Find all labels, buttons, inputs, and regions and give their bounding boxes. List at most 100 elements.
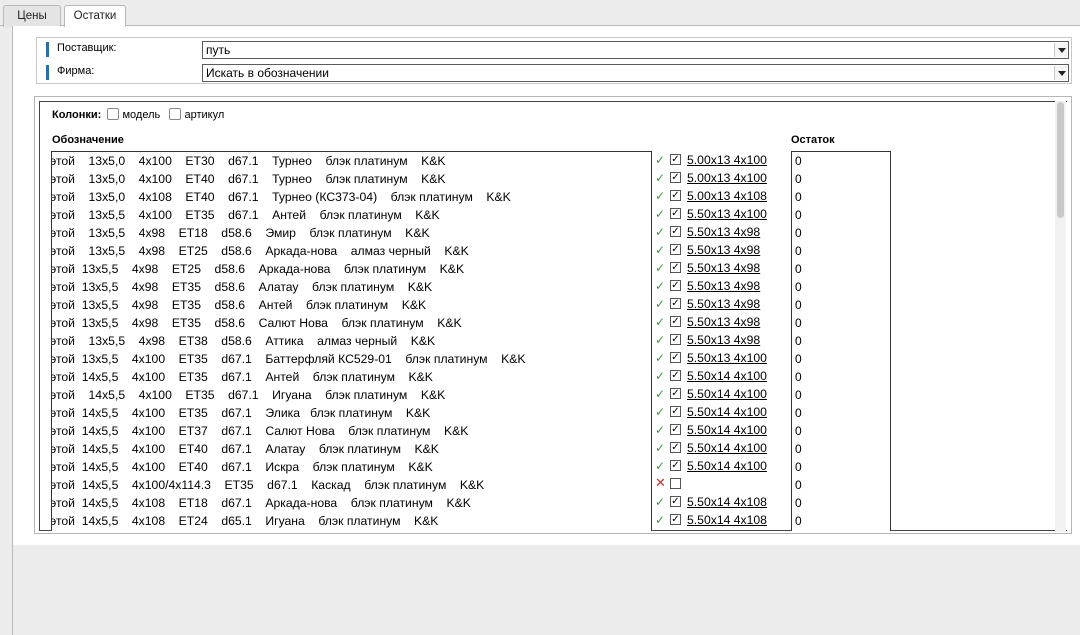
remain-value[interactable]: 0: [795, 206, 802, 224]
match-link[interactable]: 5.50x14 4x100: [687, 403, 767, 421]
match-checkbox[interactable]: ✓: [670, 514, 681, 525]
remain-value[interactable]: 0: [795, 224, 802, 242]
list-item[interactable]: этой 13x5,5 4x98 ET18 d58.6 Эмир блэк пл…: [52, 224, 430, 242]
match-link[interactable]: 5.50x13 4x98: [687, 259, 760, 277]
remain-value[interactable]: 0: [795, 350, 802, 368]
vertical-scrollbar[interactable]: [1055, 101, 1066, 532]
tab-prices[interactable]: Цены: [3, 5, 61, 27]
match-link[interactable]: 5.50x13 4x98: [687, 295, 760, 313]
match-checkbox[interactable]: [670, 478, 681, 489]
remain-value[interactable]: 0: [795, 170, 802, 188]
remain-value[interactable]: 0: [795, 260, 802, 278]
match-link[interactable]: 5.00x13 4x100: [687, 169, 767, 187]
list-item[interactable]: этой 14x5,5 4x108 ET24 d65.1 Игуана блэк…: [52, 512, 438, 530]
list-item[interactable]: этой 13x5,5 4x98 ET35 d58.6 Алатау блэк …: [52, 278, 432, 296]
match-checkbox[interactable]: ✓: [670, 280, 681, 291]
article-checkbox[interactable]: [169, 108, 182, 120]
match-link[interactable]: 5.50x13 4x98: [687, 223, 760, 241]
list-item[interactable]: этой 13x5,5 4x98 ET35 d58.6 Салют Нова б…: [52, 314, 462, 332]
match-link[interactable]: 5.50x14 4x100: [687, 439, 767, 457]
match-link[interactable]: 5.50x13 4x100: [687, 205, 767, 223]
remain-value[interactable]: 0: [795, 278, 802, 296]
match-link[interactable]: 5.50x13 4x98: [687, 277, 760, 295]
firm-marker: [46, 65, 49, 80]
match-checkbox[interactable]: ✓: [670, 208, 681, 219]
remain-value[interactable]: 0: [795, 458, 802, 476]
model-checkbox[interactable]: [107, 108, 120, 120]
match-link[interactable]: 5.50x14 4x100: [687, 367, 767, 385]
remain-value[interactable]: 0: [795, 242, 802, 260]
remain-value[interactable]: 0: [795, 296, 802, 314]
remain-value[interactable]: 0: [795, 332, 802, 350]
list-item[interactable]: этой 13x5,5 4x98 ET35 d58.6 Антей блэк п…: [52, 296, 426, 314]
remain-list[interactable]: 000000000000000000000: [791, 151, 891, 531]
list-item[interactable]: этой 14x5,5 4x100 ET35 d67.1 Элика блэк …: [52, 404, 430, 422]
remain-value[interactable]: 0: [795, 368, 802, 386]
match-checkbox[interactable]: ✓: [670, 190, 681, 201]
match-checkbox[interactable]: ✓: [670, 172, 681, 183]
match-checkbox[interactable]: ✓: [670, 370, 681, 381]
list-item[interactable]: этой 14x5,5 4x100 ET35 d67.1 Игуана блэк…: [52, 386, 445, 404]
remain-value[interactable]: 0: [795, 512, 802, 530]
remain-value[interactable]: 0: [795, 152, 802, 170]
list-item[interactable]: этой 13x5,5 4x100 ET35 d67.1 Баттерфляй …: [52, 350, 525, 368]
match-link[interactable]: 5.00x13 4x100: [687, 151, 767, 169]
match-checkbox[interactable]: ✓: [670, 460, 681, 471]
list-item[interactable]: этой 14x5,5 4x108 ET18 d67.1 Аркада-нова…: [52, 494, 471, 512]
list-item[interactable]: этой 14x5,5 4x100 ET37 d67.1 Салют Нова …: [52, 422, 468, 440]
match-checkbox[interactable]: ✓: [670, 406, 681, 417]
match-checkbox[interactable]: ✓: [670, 352, 681, 363]
list-item[interactable]: этой 13x5,0 4x100 ET40 d67.1 Турнео блэк…: [52, 170, 446, 188]
match-link[interactable]: 5.50x14 4x108: [687, 511, 767, 529]
match-checkbox[interactable]: ✓: [670, 154, 681, 165]
match-link[interactable]: 5.50x13 4x98: [687, 241, 760, 259]
tab-stock-label: Остатки: [73, 10, 117, 22]
match-link[interactable]: 5.00x13 4x108: [687, 187, 767, 205]
match-link[interactable]: 5.50x14 4x100: [687, 421, 767, 439]
tab-stock[interactable]: Остатки: [64, 5, 126, 27]
list-item[interactable]: этой 13x5,5 4x98 ET38 d58.6 Аттика алмаз…: [52, 332, 435, 350]
match-checkbox[interactable]: ✓: [670, 262, 681, 273]
match-checkbox[interactable]: ✓: [670, 244, 681, 255]
match-row: ✓ ✓ 5.50x13 4x98: [655, 277, 785, 295]
match-checkbox[interactable]: ✓: [670, 334, 681, 345]
remain-value[interactable]: 0: [795, 314, 802, 332]
match-link[interactable]: 5.50x13 4x100: [687, 349, 767, 367]
remain-value[interactable]: 0: [795, 476, 802, 494]
match-link[interactable]: 5.50x14 4x100: [687, 385, 767, 403]
match-link[interactable]: 5.50x14 4x108: [687, 493, 767, 511]
list-item[interactable]: этой 14x5,5 4x100 ET40 d67.1 Алатау блэк…: [52, 440, 439, 458]
remain-value[interactable]: 0: [795, 440, 802, 458]
list-item[interactable]: этой 13x5,0 4x108 ET40 d67.1 Турнео (КС3…: [52, 188, 511, 206]
remain-value[interactable]: 0: [795, 422, 802, 440]
chevron-down-icon[interactable]: [1054, 66, 1067, 80]
list-item[interactable]: этой 13x5,5 4x98 ET25 d58.6 Аркада-нова …: [52, 242, 469, 260]
match-checkbox[interactable]: ✓: [670, 298, 681, 309]
list-item[interactable]: этой 14x5,5 4x100/4x114.3 ET35 d67.1 Кас…: [52, 476, 484, 494]
check-icon: ✓: [655, 315, 666, 329]
remain-value[interactable]: 0: [795, 404, 802, 422]
match-link[interactable]: 5.50x13 4x98: [687, 331, 760, 349]
match-link[interactable]: 5.50x13 4x98: [687, 313, 760, 331]
list-item[interactable]: этой 14x5,5 4x100 ET35 d67.1 Антей блэк …: [52, 368, 433, 386]
list-item[interactable]: этой 14x5,5 4x100 ET40 d67.1 Искра блэк …: [52, 458, 433, 476]
match-link[interactable]: 5.50x14 4x100: [687, 457, 767, 475]
match-checkbox[interactable]: ✓: [670, 424, 681, 435]
match-checkbox[interactable]: ✓: [670, 442, 681, 453]
remain-value[interactable]: 0: [795, 386, 802, 404]
list-item[interactable]: этой 13x5,5 4x98 ET25 d58.6 Аркада-нова …: [52, 260, 464, 278]
scrollbar-thumb[interactable]: [1057, 102, 1064, 218]
chevron-down-icon[interactable]: [1054, 43, 1067, 57]
match-checkbox[interactable]: ✓: [670, 388, 681, 399]
list-item[interactable]: этой 13x5,0 4x100 ET30 d67.1 Турнео блэк…: [52, 152, 446, 170]
match-row: ✓ ✓ 5.50x13 4x100: [655, 205, 785, 223]
remain-value[interactable]: 0: [795, 188, 802, 206]
designation-list[interactable]: этой 13x5,0 4x100 ET30 d67.1 Турнео блэк…: [51, 151, 652, 531]
match-checkbox[interactable]: ✓: [670, 316, 681, 327]
match-checkbox[interactable]: ✓: [670, 226, 681, 237]
firm-select[interactable]: Искать в обозначении: [202, 64, 1069, 82]
remain-value[interactable]: 0: [795, 494, 802, 512]
supplier-select[interactable]: путь: [202, 41, 1069, 59]
match-checkbox[interactable]: ✓: [670, 496, 681, 507]
list-item[interactable]: этой 13x5,5 4x100 ET35 d67.1 Антей блэк …: [52, 206, 440, 224]
